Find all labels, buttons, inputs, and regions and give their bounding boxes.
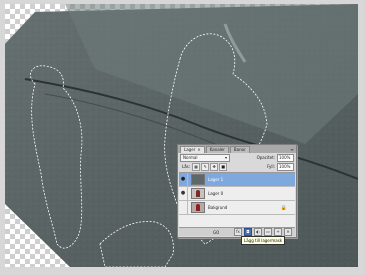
folder-icon[interactable]: ▭: [264, 228, 272, 236]
eye-icon[interactable]: [179, 201, 188, 214]
layer-thumbnail: [191, 202, 205, 213]
layer-row[interactable]: ● Lager 0: [179, 187, 295, 201]
lock-all-icon[interactable]: ■: [219, 162, 228, 171]
lock-icon: 🔒: [280, 205, 287, 211]
panel-tabs: Lager × Kanaler Banor ≡: [178, 145, 296, 153]
lock-label: Lås:: [182, 164, 191, 169]
fill-input[interactable]: 100%: [277, 162, 294, 171]
layer-name: Bakgrund: [208, 205, 228, 210]
bottom-prefix: GO: [213, 229, 220, 235]
layer-name: Lager 1: [208, 177, 224, 182]
tab-paths[interactable]: Banor: [229, 146, 250, 153]
layers-list: ● Lager 1 ● Lager 0 Bakgrund 🔒: [179, 172, 295, 228]
adjustment-icon[interactable]: ◐: [254, 228, 262, 236]
layers-panel: Lager × Kanaler Banor ≡ Normal ▾ Opacitet:…: [177, 144, 297, 238]
chevron-down-icon: ▾: [224, 154, 227, 160]
lock-pixels-icon[interactable]: ✎: [201, 162, 210, 171]
add-mask-icon[interactable]: ◘: [244, 228, 252, 236]
panel-bottom-bar: GO fx ◘ ◐ ▭ + ✕: [179, 227, 295, 236]
tab-layers[interactable]: Lager ×: [180, 146, 205, 153]
document-window: Lager × Kanaler Banor ≡ Normal ▾ Opacitet:…: [0, 0, 365, 275]
blend-mode-select[interactable]: Normal ▾: [180, 153, 230, 162]
opacity-input[interactable]: 100%: [277, 153, 294, 162]
layer-thumbnail: [191, 188, 205, 199]
panel-menu-icon[interactable]: ≡: [288, 147, 296, 153]
opacity-label: Opacitet:: [256, 155, 275, 160]
eye-icon[interactable]: ●: [179, 187, 188, 200]
layer-thumbnail: [191, 174, 205, 185]
fill-label: Fyll:: [267, 164, 275, 169]
close-icon[interactable]: ×: [197, 147, 200, 152]
eye-icon[interactable]: ●: [179, 173, 188, 186]
new-layer-icon[interactable]: +: [274, 228, 282, 236]
layer-row[interactable]: ● Lager 1: [179, 173, 295, 187]
lock-transparency-icon[interactable]: ▦: [192, 162, 201, 171]
layer-row[interactable]: Bakgrund 🔒: [179, 201, 295, 215]
layer-name: Lager 0: [208, 191, 224, 196]
lock-position-icon[interactable]: ✥: [210, 162, 219, 171]
tab-channels[interactable]: Kanaler: [205, 146, 229, 153]
fx-icon[interactable]: fx: [234, 228, 242, 236]
tooltip: Lägg till lagermask: [241, 236, 286, 245]
trash-icon[interactable]: ✕: [284, 228, 292, 236]
